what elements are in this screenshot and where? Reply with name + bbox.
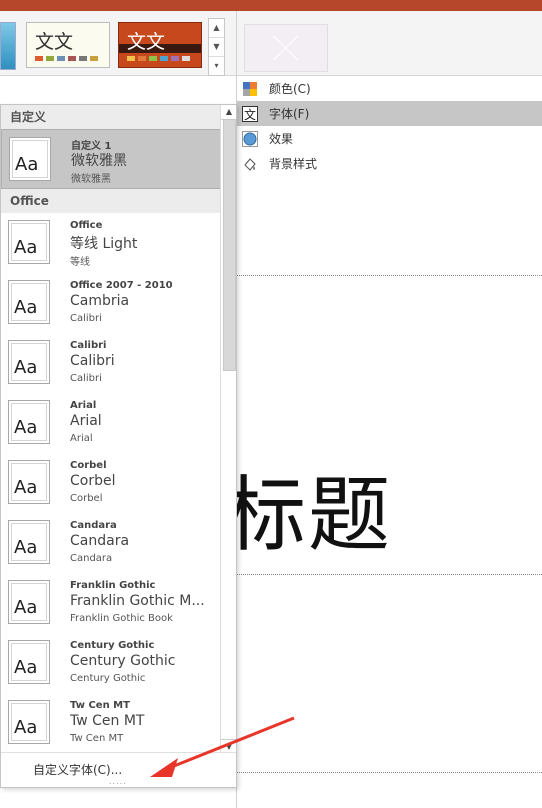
annotation-arrow-icon [150,716,295,777]
